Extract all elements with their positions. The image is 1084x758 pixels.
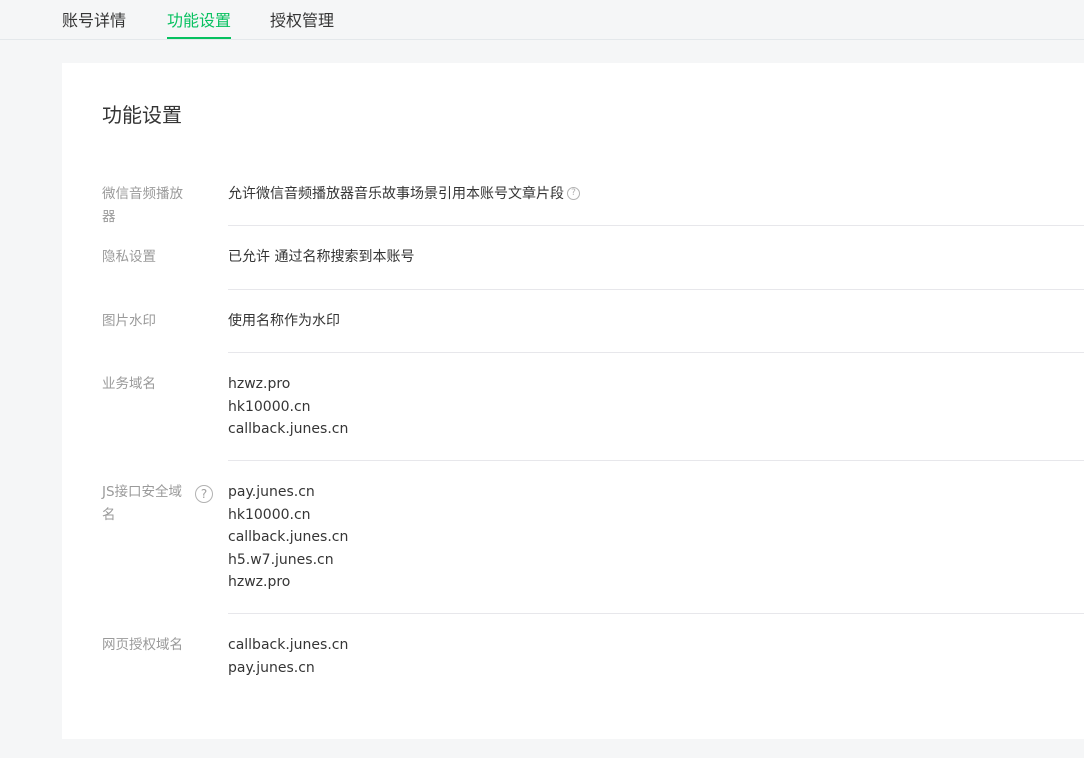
setting-label-privacy: 隐私设置 [102, 249, 156, 265]
list-item: pay.junes.cn [228, 659, 315, 676]
help-icon[interactable]: ? [195, 485, 213, 503]
tab-authorization-management[interactable]: 授权管理 [270, 0, 334, 39]
js-domain-list: pay.junes.cn hk10000.cn callback.junes.c… [228, 481, 348, 594]
divider [228, 613, 1084, 614]
list-item: hk10000.cn [228, 398, 311, 415]
setting-value-audio-player: 允许微信音频播放器音乐故事场景引用本账号文章片段? [228, 183, 580, 206]
list-item: h5.w7.junes.cn [228, 551, 334, 568]
divider [228, 352, 1084, 353]
tab-feature-settings[interactable]: 功能设置 [167, 0, 232, 39]
tab-bar: 账号详情 功能设置 授权管理 [0, 0, 1084, 40]
help-icon[interactable]: ? [567, 186, 580, 200]
list-item: hzwz.pro [228, 376, 291, 392]
list-item: callback.junes.cn [228, 421, 349, 437]
setting-label-oauth-domain: 网页授权域名 [102, 637, 183, 653]
divider [228, 460, 1084, 461]
divider [228, 289, 1084, 290]
list-item: pay.junes.cn [228, 484, 315, 500]
audio-player-description: 允许微信音频播放器音乐故事场景引用本账号文章片段 [228, 186, 564, 202]
setting-value-privacy: 已允许 通过名称搜索到本账号 [228, 249, 415, 265]
setting-label-audio-player: 微信音频播放器 [102, 186, 183, 225]
list-item: hzwz.pro [228, 574, 291, 590]
divider [228, 225, 1084, 226]
business-domain-list: hzwz.pro hk10000.cn callback.junes.cn [228, 373, 348, 441]
setting-label-business-domain: 业务域名 [102, 376, 156, 392]
setting-value-watermark: 使用名称作为水印 [228, 313, 340, 329]
list-item: callback.junes.cn [228, 637, 349, 653]
oauth-domain-list: callback.junes.cn pay.junes.cn [228, 634, 348, 679]
list-item: callback.junes.cn [228, 529, 349, 545]
list-item: hk10000.cn [228, 506, 311, 523]
page-title: 功能设置 [102, 103, 182, 127]
setting-label-watermark: 图片水印 [102, 313, 156, 329]
settings-panel: 功能设置 微信音频播放器 允许微信音频播放器音乐故事场景引用本账号文章片段? 隐… [62, 63, 1084, 739]
setting-label-js-domain: JS接口安全域名 [102, 484, 183, 523]
tab-account-details[interactable]: 账号详情 [62, 0, 126, 39]
